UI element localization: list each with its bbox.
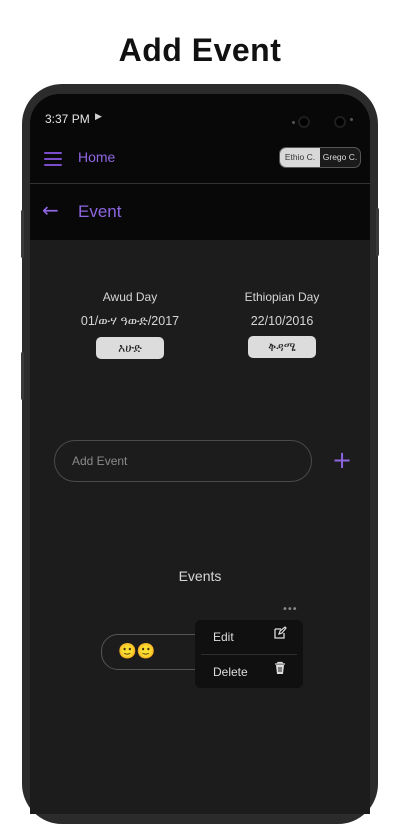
awud-day-label: Awud Day (102, 290, 158, 304)
arrow-left-icon[interactable]: ← (42, 200, 59, 220)
sensor-dot-right (350, 118, 353, 121)
page-header: ← Event (30, 184, 370, 240)
ethiopian-day-value: 22/10/2016 (250, 314, 314, 328)
secondary-camera-icon (334, 116, 346, 128)
sensor-dot (292, 121, 295, 124)
front-camera-icon (298, 116, 310, 128)
events-heading: Events (178, 568, 222, 584)
awud-weekday-button[interactable]: እሁድ (96, 337, 164, 359)
calendar-toggle[interactable]: Ethio C. Grego C. (279, 147, 361, 168)
more-options-icon[interactable]: ••• (282, 604, 298, 615)
menu-item-delete-label: Delete (213, 665, 248, 679)
trash-icon (275, 661, 285, 674)
menu-item-edit[interactable]: Edit (195, 620, 303, 653)
add-event-input[interactable] (54, 440, 312, 482)
status-bar: 3:37 PM ▶ (30, 94, 370, 144)
home-title[interactable]: Home (78, 149, 115, 165)
event-item-label: 🙂🙂 (118, 642, 156, 660)
promo-headline: Add Event (118, 32, 282, 68)
ethiopian-day-label: Ethiopian Day (244, 290, 320, 304)
edit-icon (274, 626, 287, 639)
play-icon: ▶ (95, 112, 102, 122)
status-time: 3:37 PM (45, 112, 90, 126)
awud-day-value: 01/ውሃ ዓውድ/2017 (80, 314, 180, 328)
volume-down-button (21, 352, 24, 400)
toggle-ethio-calendar[interactable]: Ethio C. (280, 148, 320, 167)
plus-icon[interactable]: + (332, 448, 352, 472)
power-button (376, 208, 379, 256)
app-bar: Home Ethio C. Grego C. (30, 144, 370, 184)
app-screen: 3:37 PM ▶ Home Ethio C. Grego C. ← Event… (30, 94, 370, 814)
ethiopian-day-column: Ethiopian Day 22/10/2016 ቅዳሜ (222, 290, 342, 358)
menu-item-delete[interactable]: Delete (195, 655, 303, 688)
event-context-menu: Edit Delete (195, 620, 303, 688)
menu-icon[interactable] (44, 152, 62, 166)
ethiopian-weekday-button[interactable]: ቅዳሜ (248, 336, 316, 358)
menu-item-edit-label: Edit (213, 630, 234, 644)
volume-up-button (21, 210, 24, 258)
toggle-grego-calendar[interactable]: Grego C. (320, 148, 360, 167)
awud-day-column: Awud Day 01/ውሃ ዓውድ/2017 እሁድ (70, 290, 190, 359)
page-title: Event (78, 202, 122, 221)
